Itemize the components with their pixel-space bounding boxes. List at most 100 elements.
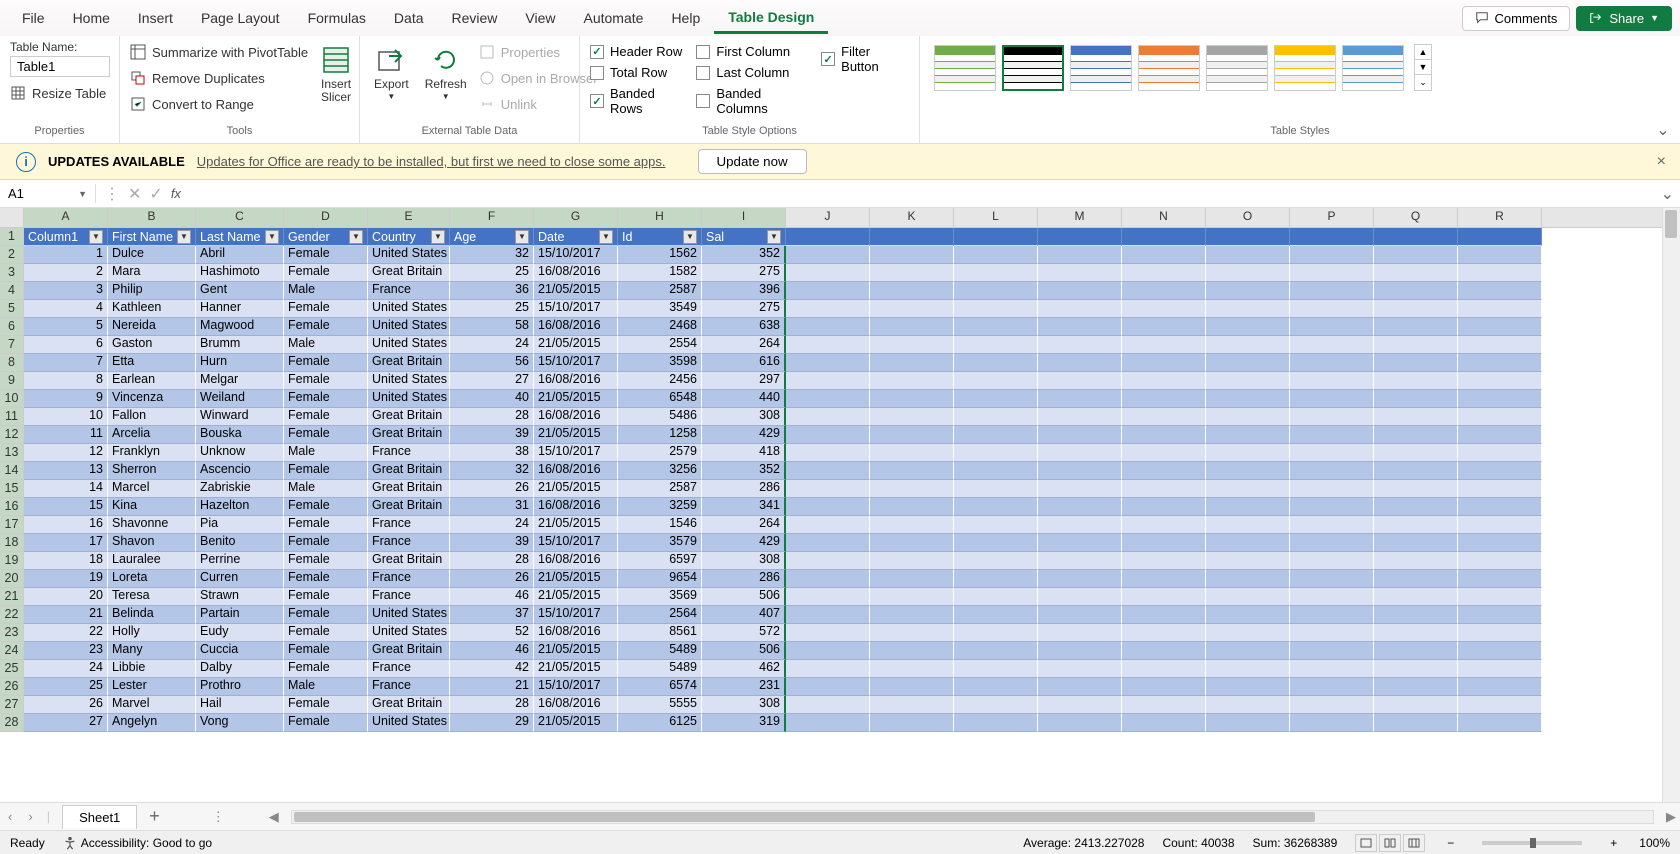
cell[interactable] xyxy=(1374,282,1458,300)
cell[interactable] xyxy=(1038,336,1122,354)
cell[interactable]: Female xyxy=(284,552,368,570)
formula-input[interactable] xyxy=(189,186,1647,201)
row-header[interactable]: 26 xyxy=(0,678,24,696)
row-header[interactable]: 11 xyxy=(0,408,24,426)
cell[interactable] xyxy=(1374,390,1458,408)
col-header[interactable]: E xyxy=(368,208,450,227)
ribbon-tab-home[interactable]: Home xyxy=(59,4,124,32)
cell[interactable] xyxy=(786,444,870,462)
cell[interactable]: Female xyxy=(284,642,368,660)
row-header[interactable]: 15 xyxy=(0,480,24,498)
cell[interactable] xyxy=(1458,462,1542,480)
cell[interactable] xyxy=(1458,318,1542,336)
cell[interactable] xyxy=(1458,660,1542,678)
cell[interactable] xyxy=(1458,408,1542,426)
cell[interactable] xyxy=(1290,318,1374,336)
cell[interactable]: 2587 xyxy=(618,480,702,498)
cell[interactable] xyxy=(1374,642,1458,660)
table-style-swatch[interactable] xyxy=(934,45,996,91)
cell[interactable]: Great Britain xyxy=(368,426,450,444)
cell[interactable]: 3598 xyxy=(618,354,702,372)
cell[interactable] xyxy=(1290,678,1374,696)
cell[interactable] xyxy=(954,246,1038,264)
cell[interactable]: Female xyxy=(284,624,368,642)
cell[interactable] xyxy=(786,570,870,588)
cell[interactable] xyxy=(1038,264,1122,282)
cell[interactable]: Dulce xyxy=(108,246,196,264)
cell[interactable] xyxy=(786,246,870,264)
row-header[interactable]: 24 xyxy=(0,642,24,660)
cell[interactable] xyxy=(1038,660,1122,678)
row-header[interactable]: 9 xyxy=(0,372,24,390)
cell[interactable] xyxy=(786,606,870,624)
cell[interactable] xyxy=(786,480,870,498)
cell[interactable] xyxy=(786,426,870,444)
status-accessibility[interactable]: Accessibility: Good to go xyxy=(63,836,212,850)
cell[interactable] xyxy=(1290,336,1374,354)
cell[interactable] xyxy=(1038,714,1122,732)
select-all-corner[interactable] xyxy=(0,208,24,227)
cell[interactable]: Lauralee xyxy=(108,552,196,570)
cell[interactable]: United States xyxy=(368,390,450,408)
cell[interactable]: 27 xyxy=(450,372,534,390)
cell[interactable] xyxy=(870,480,954,498)
cell[interactable] xyxy=(1458,678,1542,696)
cell[interactable]: Loreta xyxy=(108,570,196,588)
cell[interactable] xyxy=(1206,336,1290,354)
cell[interactable] xyxy=(1038,552,1122,570)
cell[interactable] xyxy=(1458,552,1542,570)
cell[interactable]: 440 xyxy=(702,390,786,408)
table-style-swatch[interactable] xyxy=(1002,45,1064,91)
zoom-level[interactable]: 100% xyxy=(1639,836,1670,850)
cell[interactable] xyxy=(1038,300,1122,318)
row-header[interactable]: 28 xyxy=(0,714,24,732)
cell[interactable] xyxy=(1290,408,1374,426)
cell[interactable]: 15/10/2017 xyxy=(534,534,618,552)
cell[interactable]: 6548 xyxy=(618,390,702,408)
cell[interactable]: 6574 xyxy=(618,678,702,696)
cell[interactable] xyxy=(1458,246,1542,264)
cell[interactable]: Shavonne xyxy=(108,516,196,534)
cell[interactable]: Brumm xyxy=(196,336,284,354)
cell[interactable] xyxy=(1458,588,1542,606)
cell[interactable] xyxy=(786,264,870,282)
cell[interactable]: Female xyxy=(284,606,368,624)
cell[interactable]: 24 xyxy=(450,516,534,534)
row-header[interactable]: 17 xyxy=(0,516,24,534)
cell[interactable] xyxy=(954,642,1038,660)
sheet-prev-button[interactable]: ‹ xyxy=(0,809,20,824)
cell[interactable]: Hail xyxy=(196,696,284,714)
cell[interactable]: 6125 xyxy=(618,714,702,732)
cell[interactable]: 5489 xyxy=(618,642,702,660)
cell[interactable]: 264 xyxy=(702,336,786,354)
cell[interactable] xyxy=(1122,660,1206,678)
cell[interactable]: 5486 xyxy=(618,408,702,426)
cell[interactable]: 46 xyxy=(450,588,534,606)
cell[interactable]: Bouska xyxy=(196,426,284,444)
sheet-next-button[interactable]: › xyxy=(20,809,40,824)
first-col-check[interactable]: First Column xyxy=(696,44,813,59)
cell[interactable] xyxy=(870,552,954,570)
cell[interactable]: 429 xyxy=(702,426,786,444)
cell[interactable]: 22 xyxy=(24,624,108,642)
cell[interactable] xyxy=(786,552,870,570)
col-header[interactable]: N xyxy=(1122,208,1206,227)
cell[interactable]: Lester xyxy=(108,678,196,696)
cell[interactable] xyxy=(1290,606,1374,624)
hscroll-right-button[interactable]: ▶ xyxy=(1662,809,1680,825)
row-header[interactable]: 3 xyxy=(0,264,24,282)
cell[interactable]: 341 xyxy=(702,498,786,516)
cell[interactable] xyxy=(1458,264,1542,282)
col-header[interactable]: R xyxy=(1458,208,1542,227)
cell[interactable] xyxy=(1122,498,1206,516)
cell[interactable] xyxy=(1122,588,1206,606)
cell[interactable] xyxy=(1290,516,1374,534)
filter-button-check[interactable]: Filter Button xyxy=(821,44,909,74)
cell[interactable] xyxy=(870,354,954,372)
ribbon-tab-formulas[interactable]: Formulas xyxy=(294,4,380,32)
cell[interactable] xyxy=(1122,570,1206,588)
cell[interactable]: 264 xyxy=(702,516,786,534)
cell[interactable]: Magwood xyxy=(196,318,284,336)
cell[interactable]: 308 xyxy=(702,696,786,714)
ribbon-tab-page-layout[interactable]: Page Layout xyxy=(187,4,294,32)
